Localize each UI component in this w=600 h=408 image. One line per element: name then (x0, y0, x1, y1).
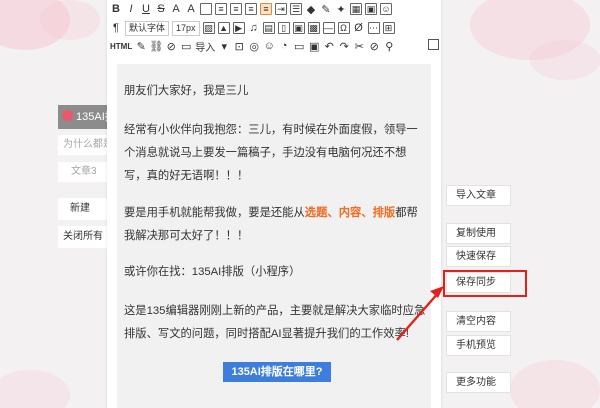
annotation-arrow (396, 286, 444, 341)
